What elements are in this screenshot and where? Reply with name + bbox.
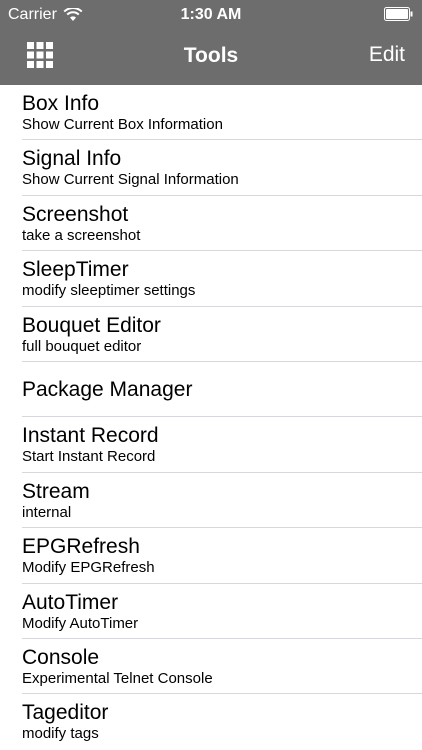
battery-icon [384,7,413,21]
clock: 1:30 AM [180,6,242,23]
list-item-package-manager[interactable]: Package Manager [0,362,422,418]
list-item-subtitle: Show Current Signal Information [22,171,239,189]
list-item-sleeptimer[interactable]: SleepTimer modify sleeptimer settings [0,251,422,307]
list-item-title: Bouquet Editor [22,313,161,337]
list-item-screenshot[interactable]: Screenshot take a screenshot [0,196,422,252]
list-item-subtitle: full bouquet editor [22,337,142,355]
list-item-subtitle: modify tags [22,725,99,743]
list-item-title: Package Manager [22,377,193,401]
list-item-tageditor[interactable]: Tageditor modify tags [0,694,422,749]
list-item-stream[interactable]: Stream internal [0,473,422,529]
page-title: Tools [183,44,239,67]
status-bar: Carrier 1:30 AM [0,0,422,30]
list-item-subtitle: Start Instant Record [22,448,156,466]
list-item-title: Signal Info [22,147,122,171]
list-item-subtitle: Show Current Box Information [22,116,223,133]
list-item-subtitle: internal [22,503,72,521]
list-item-title: Stream [22,479,90,503]
list-item-title: Box Info [22,92,100,115]
list-item-subtitle: take a screenshot [22,226,141,244]
list-item-instant-record[interactable]: Instant Record Start Instant Record [0,417,422,474]
list-item-subtitle: Modify EPGRefresh [22,559,155,577]
navigation-bar: Tools Edit [0,30,422,85]
list-item-epgrefresh[interactable]: EPGRefresh Modify EPGRefresh [0,528,422,584]
edit-button[interactable]: Edit [369,43,405,67]
tools-list: Box Info Show Current Box Information Si… [0,85,422,750]
list-item-box-info[interactable]: Box Info Show Current Box Information [0,85,422,141]
header: Carrier 1:30 AM Tools Edit [0,0,422,85]
list-item-autotimer[interactable]: AutoTimer Modify AutoTimer [0,584,422,640]
list-item-bouquet-editor[interactable]: Bouquet Editor full bouquet editor [0,307,422,363]
list-item-subtitle: Experimental Telnet Console [22,669,213,687]
list-item-title: Instant Record [22,424,159,448]
list-item-subtitle: modify sleeptimer settings [22,282,196,300]
list-item-title: EPGRefresh [22,535,140,559]
list-item-console[interactable]: Console Experimental Telnet Console [0,639,422,695]
list-item-title: Screenshot [22,202,129,226]
list-item-signal-info[interactable]: Signal Info Show Current Signal Informat… [0,140,422,197]
list-item-title: Console [22,645,100,669]
list-item-title: SleepTimer [22,258,129,282]
list-item-subtitle: Modify AutoTimer [22,614,139,632]
list-item-title: Tageditor [22,701,109,725]
list-item-title: AutoTimer [22,590,119,614]
